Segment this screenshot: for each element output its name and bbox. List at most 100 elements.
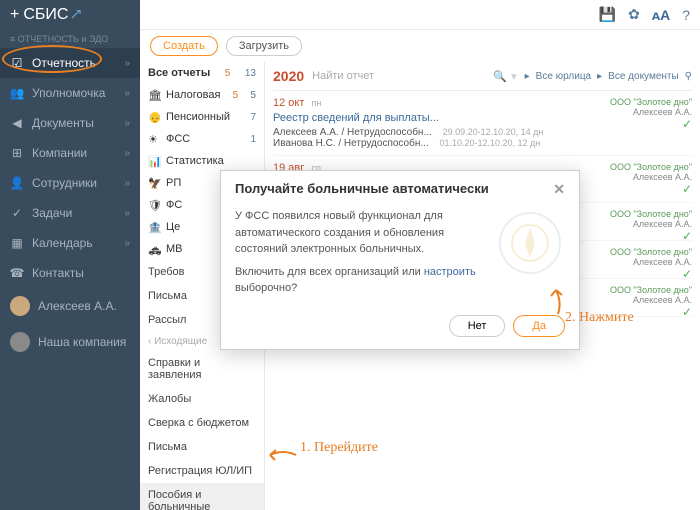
filter-chevron-icon: ▸ — [525, 71, 530, 82]
logo[interactable]: + СБИС — [0, 0, 140, 30]
search-input[interactable]: Найти отчет 🔍 ▾ — [312, 70, 516, 83]
rp-icon: 🦅 — [148, 177, 160, 189]
check-icon: ✓ — [592, 229, 692, 243]
fss-logo-icon — [495, 208, 565, 278]
sidebar-item-tasks[interactable]: ✓ Задачи » — [0, 198, 140, 228]
check-icon: ✓ — [592, 305, 692, 319]
sidebar-item-calendar[interactable]: ▦ Календарь » — [0, 228, 140, 258]
current-company[interactable]: Наша компания — [0, 324, 140, 360]
user-name: Алексеев А.А. — [38, 299, 117, 313]
gear-icon[interactable]: ✿ — [628, 6, 640, 23]
company-label: ООО "Золотое дно" — [592, 162, 692, 172]
document-line: Иванова Н.С. / Нетрудоспособн... 01.10.2… — [273, 138, 592, 149]
document-line: Алексеев А.А. / Нетрудоспособн... 29.09.… — [273, 127, 592, 138]
save-icon[interactable]: 💾 — [599, 6, 616, 23]
sidebar-item-documents[interactable]: ◀ Документы » — [0, 108, 140, 138]
load-button[interactable]: Загрузить — [226, 36, 302, 56]
sidebar-label: Контакты — [32, 266, 84, 280]
person-label: Алексеев А.А. — [592, 172, 692, 182]
sidebar-label: Задачи — [32, 206, 72, 220]
person-label: Алексеев А.А. — [592, 107, 692, 117]
chevron-right-icon: » — [124, 238, 130, 249]
send-icon: ◀ — [10, 116, 24, 130]
dropdown-icon[interactable]: ▾ — [511, 70, 517, 83]
report-row-stats[interactable]: 📊 Статистика — [140, 150, 264, 172]
logo-plus-icon: + — [10, 6, 19, 24]
current-user[interactable]: Алексеев А.А. — [0, 288, 140, 324]
document-title[interactable]: Реестр сведений для выплаты... — [273, 112, 592, 124]
outgoing-certificates[interactable]: Справки и заявления — [140, 351, 264, 387]
check-icon: ✓ — [592, 267, 692, 281]
phone-icon: ☎ — [10, 266, 24, 280]
chevron-right-icon: » — [124, 58, 130, 69]
yes-button[interactable]: Да — [513, 315, 565, 337]
report-row-fss[interactable]: ☀ ФСС 1 — [140, 128, 264, 150]
fss-icon: ☀ — [148, 133, 160, 145]
all-reports-row[interactable]: Все отчеты 5 13 — [140, 62, 264, 84]
toolbar: Создать Загрузить — [140, 30, 700, 62]
modal-text-2: Включить для всех организаций или настро… — [235, 264, 485, 297]
day-label: пн — [311, 98, 321, 108]
create-button[interactable]: Создать — [150, 36, 218, 56]
filter-all-legal[interactable]: Все юрлица — [536, 71, 591, 82]
modal-dialog: Получайте больничные автоматически ✕ У Ф… — [220, 170, 580, 350]
sidebar-label: Календарь — [32, 236, 93, 250]
ce-icon: 🏦 — [148, 221, 160, 233]
search-icon[interactable]: 🔍 — [493, 70, 507, 83]
outgoing-benefits[interactable]: Пособия и больничные — [140, 483, 264, 510]
search-placeholder: Найти отчет — [312, 70, 374, 82]
company-name: Наша компания — [38, 335, 126, 349]
stats-icon: 📊 — [148, 155, 160, 167]
modal-title: Получайте больничные автоматически — [235, 181, 489, 198]
report-row-tax[interactable]: 🏛 Налоговая 5 5 — [140, 84, 264, 106]
sidebar-item-reports[interactable]: ☑ Отчетность » — [0, 48, 140, 78]
mv-icon: 🚓 — [148, 243, 160, 255]
company-label: ООО "Золотое дно" — [592, 285, 692, 295]
sidebar-label: Уполномочка — [32, 86, 105, 100]
question-icon[interactable]: ? — [682, 7, 690, 23]
outgoing-complaints[interactable]: Жалобы — [140, 387, 264, 411]
outgoing-registration[interactable]: Регистрация ЮЛ/ИП — [140, 459, 264, 483]
no-button[interactable]: Нет — [449, 315, 506, 337]
sidebar-label: Документы — [32, 116, 94, 130]
sidebar-item-authorization[interactable]: 👥 Уполномочка » — [0, 78, 140, 108]
person-label: Алексеев А.А. — [592, 219, 692, 229]
fs-icon: 🛡 — [148, 199, 160, 211]
building-icon: ⊞ — [10, 146, 24, 160]
configure-link[interactable]: настроить — [424, 266, 476, 278]
pension-icon: 👴 — [148, 111, 160, 123]
sidebar-label: Отчетность — [32, 56, 96, 70]
check-icon: ✓ — [592, 182, 692, 196]
year-selector[interactable]: 2020 — [273, 68, 304, 84]
topbar: 💾 ✿ ᴀА ? — [140, 0, 700, 30]
filter-chevron-icon: ▸ — [597, 71, 602, 82]
chevron-right-icon: » — [124, 208, 130, 219]
logo-text: СБИС — [23, 6, 68, 24]
tax-icon: 🏛 — [148, 89, 160, 101]
company-label: ООО "Золотое дно" — [592, 209, 692, 219]
outgoing-letters[interactable]: Письма — [140, 435, 264, 459]
sidebar-label: Компании — [32, 146, 87, 160]
company-icon — [10, 332, 30, 352]
chevron-right-icon: » — [124, 118, 130, 129]
report-row-pension[interactable]: 👴 Пенсионный 7 — [140, 106, 264, 128]
check-icon: ✓ — [592, 117, 692, 131]
checkbox-icon: ☑ — [10, 56, 24, 70]
sidebar-item-employees[interactable]: 👤 Сотрудники » — [0, 168, 140, 198]
font-icon[interactable]: ᴀА — [652, 7, 670, 23]
modal-text-1: У ФСС появился новый функционал для авто… — [235, 208, 485, 258]
outgoing-budget[interactable]: Сверка с бюджетом — [140, 411, 264, 435]
sidebar: + СБИС ≡ ОТЧЕТНОСТЬ и ЭДО ☑ Отчетность »… — [0, 0, 140, 510]
sidebar-item-companies[interactable]: ⊞ Компании » — [0, 138, 140, 168]
person-label: Алексеев А.А. — [592, 257, 692, 267]
person-label: Алексеев А.А. — [592, 295, 692, 305]
close-icon[interactable]: ✕ — [553, 181, 565, 198]
chevron-right-icon: » — [124, 148, 130, 159]
person-icon: 👤 — [10, 176, 24, 190]
hamburger-menu[interactable]: ≡ ОТЧЕТНОСТЬ и ЭДО — [0, 30, 140, 48]
chevron-right-icon: » — [124, 88, 130, 99]
filter-all-docs[interactable]: Все документы — [608, 71, 679, 82]
sidebar-item-contacts[interactable]: ☎ Контакты — [0, 258, 140, 288]
document-block: 12 окт пн Реестр сведений для выплаты...… — [273, 91, 692, 156]
filter-icon[interactable]: ⚲ — [685, 71, 692, 82]
